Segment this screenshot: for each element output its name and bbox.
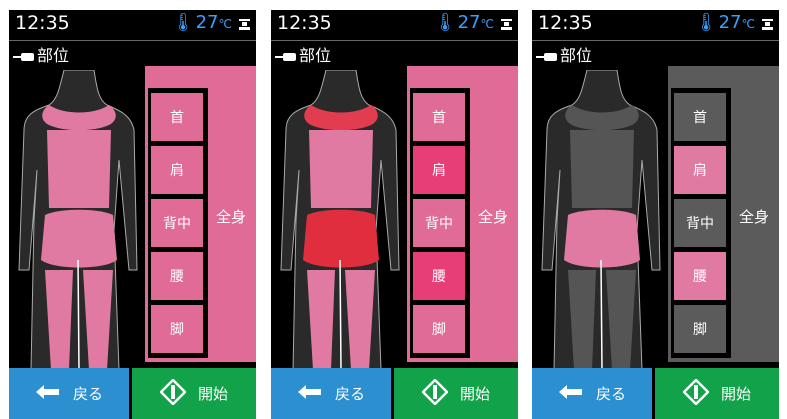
temperature-unit: ℃ xyxy=(480,17,494,31)
part-back[interactable]: 背中 xyxy=(674,199,726,247)
page-title: 部位 xyxy=(299,46,332,65)
body-figure xyxy=(280,70,400,370)
start-label: 開始 xyxy=(197,385,228,403)
back-arrow-icon xyxy=(35,384,61,404)
part-back[interactable]: 背中 xyxy=(151,199,203,247)
temperature-unit: ℃ xyxy=(218,17,232,31)
section-header: 部位 xyxy=(13,42,69,66)
battery-icon xyxy=(762,19,773,30)
page-title: 部位 xyxy=(560,46,593,65)
temperature-unit: ℃ xyxy=(741,17,755,31)
part-waist[interactable]: 腰 xyxy=(413,252,465,300)
section-header: 部位 xyxy=(275,42,331,66)
start-diamond-icon xyxy=(159,377,187,409)
start-button[interactable]: 開始 xyxy=(132,368,256,419)
figure-back xyxy=(570,130,634,208)
back-label: 戻る xyxy=(72,385,103,403)
status-bar: 12:35 🌡27℃ xyxy=(532,10,779,40)
start-button[interactable]: 開始 xyxy=(655,368,779,419)
page-title: 部位 xyxy=(37,46,70,65)
temperature-value: 27 xyxy=(718,12,742,33)
figure-hips xyxy=(303,209,379,268)
thermometer-icon: 🌡 xyxy=(171,12,195,33)
temperature-readout: 🌡27℃ xyxy=(434,12,494,33)
status-bar: 12:35 🌡27℃ xyxy=(271,10,518,40)
part-neck[interactable]: 首 xyxy=(413,93,465,141)
clock: 12:35 xyxy=(538,12,593,34)
back-button[interactable]: 戻る xyxy=(9,368,132,419)
screen-1: 12:35 🌡27℃ 部位 全身 首 肩 背中 腰 脚 戻る 開始 xyxy=(9,10,256,419)
part-waist[interactable]: 腰 xyxy=(151,252,203,300)
battery-icon xyxy=(501,19,512,30)
part-legs[interactable]: 脚 xyxy=(413,305,465,353)
figure-hips xyxy=(41,209,117,268)
start-diamond-icon xyxy=(682,377,710,409)
body-part-list: 首 肩 背中 腰 脚 xyxy=(410,88,470,358)
section-header: 部位 xyxy=(536,42,592,66)
part-legs[interactable]: 脚 xyxy=(674,305,726,353)
screen-3: 12:35 🌡27℃ 部位 全身 首 肩 背中 腰 脚 戻る 開始 xyxy=(532,10,779,419)
figure-back xyxy=(47,130,111,208)
header-divider xyxy=(532,40,779,41)
temperature-value: 27 xyxy=(457,12,481,33)
part-waist[interactable]: 腰 xyxy=(674,252,726,300)
part-back[interactable]: 背中 xyxy=(413,199,465,247)
back-label: 戻る xyxy=(595,385,626,403)
figure-hips xyxy=(564,209,640,268)
back-label: 戻る xyxy=(334,385,365,403)
figure-back xyxy=(309,130,373,208)
battery-icon xyxy=(239,19,250,30)
back-button[interactable]: 戻る xyxy=(532,368,655,419)
thermometer-icon: 🌡 xyxy=(433,12,457,33)
body-part-list: 首 肩 背中 腰 脚 xyxy=(148,88,208,358)
thermometer-icon: 🌡 xyxy=(694,12,718,33)
whole-body-label: 全身 xyxy=(216,208,247,226)
whole-body-label: 全身 xyxy=(739,208,770,226)
screen-2: 12:35 🌡27℃ 部位 全身 首 肩 背中 腰 脚 戻る 開始 xyxy=(271,10,518,419)
header-divider xyxy=(271,40,518,41)
back-button[interactable]: 戻る xyxy=(271,368,394,419)
temperature-value: 27 xyxy=(195,12,219,33)
back-arrow-icon xyxy=(558,384,584,404)
whole-body-label: 全身 xyxy=(478,208,509,226)
clock: 12:35 xyxy=(277,12,332,34)
temperature-readout: 🌡27℃ xyxy=(695,12,755,33)
plug-icon xyxy=(275,52,297,61)
status-bar: 12:35 🌡27℃ xyxy=(9,10,256,40)
part-shoulder[interactable]: 肩 xyxy=(674,146,726,194)
start-button[interactable]: 開始 xyxy=(394,368,518,419)
start-diamond-icon xyxy=(421,377,449,409)
plug-icon xyxy=(13,52,35,61)
part-shoulder[interactable]: 肩 xyxy=(413,146,465,194)
header-divider xyxy=(9,40,256,41)
part-shoulder[interactable]: 肩 xyxy=(151,146,203,194)
clock: 12:35 xyxy=(15,12,70,34)
part-neck[interactable]: 首 xyxy=(151,93,203,141)
back-arrow-icon xyxy=(297,384,323,404)
part-legs[interactable]: 脚 xyxy=(151,305,203,353)
body-figure xyxy=(18,70,138,370)
plug-icon xyxy=(536,52,558,61)
start-label: 開始 xyxy=(720,385,751,403)
body-figure xyxy=(541,70,661,370)
part-neck[interactable]: 首 xyxy=(674,93,726,141)
temperature-readout: 🌡27℃ xyxy=(172,12,232,33)
start-label: 開始 xyxy=(459,385,490,403)
body-part-list: 首 肩 背中 腰 脚 xyxy=(671,88,731,358)
